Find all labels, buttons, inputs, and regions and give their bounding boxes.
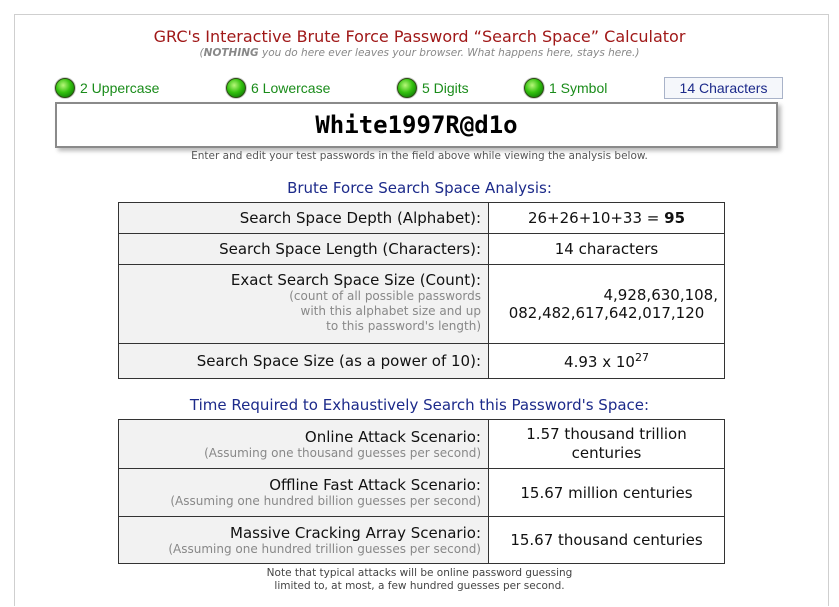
indicator-digits: 5 Digits <box>397 76 469 100</box>
depth-total: 95 <box>664 209 686 227</box>
online-value-line-1: 1.57 thousand trillion <box>526 425 687 443</box>
analysis-heading: Brute Force Search Space Analysis: <box>287 179 552 197</box>
online-value-line-2: centuries <box>571 444 642 462</box>
online-label: Online Attack Scenario: <box>304 427 481 446</box>
offline-label-cell: Offline Fast Attack Scenario: (Assuming … <box>118 468 489 517</box>
table-row: Search Space Depth (Alphabet): 26+26+10+… <box>118 202 725 234</box>
page-subtitle: (NOTHING you do here ever leaves your br… <box>199 47 640 59</box>
footer-note-line-2: limited to, at most, a few hundred guess… <box>274 580 565 592</box>
offline-value: 15.67 million centuries <box>488 468 725 517</box>
online-value: 1.57 thousand trillion centuries <box>488 419 725 469</box>
exact-note-1: (count of all possible passwords <box>289 289 481 303</box>
green-led-icon <box>226 78 246 98</box>
depth-label: Search Space Depth (Alphabet): <box>118 202 489 234</box>
exact-label-cell: Exact Search Space Size (Count): (count … <box>118 264 489 344</box>
subtitle-emphasis: NOTHING <box>203 47 259 59</box>
green-led-icon <box>397 78 417 98</box>
power-exponent: 27 <box>634 351 649 364</box>
exact-note-3: to this password's length) <box>326 319 481 333</box>
indicator-symbol: 1 Symbol <box>524 76 607 100</box>
table-row: Search Space Length (Characters): 14 cha… <box>118 233 725 265</box>
indicator-label: 2 Uppercase <box>80 80 160 96</box>
table-row: Massive Cracking Array Scenario: (Assumi… <box>118 516 725 564</box>
time-table: Online Attack Scenario: (Assuming one th… <box>118 419 725 564</box>
character-count-badge: 14 Characters <box>664 77 783 99</box>
power-label: Search Space Size (as a power of 10): <box>118 343 489 379</box>
table-row: Offline Fast Attack Scenario: (Assuming … <box>118 468 725 517</box>
exact-value: 4,928,630,108, 082,482,617,642,017,120 <box>488 264 725 344</box>
massive-label: Massive Cracking Array Scenario: <box>230 523 481 542</box>
exact-label: Exact Search Space Size (Count): <box>230 271 481 289</box>
length-value: 14 characters <box>488 233 725 265</box>
page-title: GRC's Interactive Brute Force Password “… <box>153 27 686 46</box>
indicator-label: 1 Symbol <box>549 80 608 96</box>
table-row: Exact Search Space Size (Count): (count … <box>118 264 725 344</box>
green-led-icon <box>524 78 544 98</box>
offline-note: (Assuming one hundred billion guesses pe… <box>170 494 481 508</box>
massive-note: (Assuming one hundred trillion guesses p… <box>168 541 481 556</box>
indicator-label: 5 Digits <box>422 80 469 96</box>
massive-value: 15.67 thousand centuries <box>488 516 725 564</box>
power-value: 4.93 x 1027 <box>488 343 725 379</box>
exact-value-line-2: 082,482,617,642,017,120 <box>508 304 705 322</box>
length-label: Search Space Length (Characters): <box>118 233 489 265</box>
table-row: Search Space Size (as a power of 10): 4.… <box>118 343 725 379</box>
massive-label-cell: Massive Cracking Array Scenario: (Assumi… <box>118 516 489 564</box>
exact-value-line-1: 4,928,630,108, <box>603 286 718 304</box>
exact-note-2: with this alphabet size and up <box>300 304 481 318</box>
online-note: (Assuming one thousand guesses per secon… <box>204 445 481 460</box>
footer-note-line-1: Note that typical attacks will be online… <box>266 567 573 579</box>
password-input[interactable] <box>55 102 778 148</box>
indicator-lowercase: 6 Lowercase <box>226 76 330 100</box>
offline-label: Offline Fast Attack Scenario: <box>269 476 481 494</box>
green-led-icon <box>55 78 75 98</box>
indicator-label: 6 Lowercase <box>251 80 331 96</box>
indicator-uppercase: 2 Uppercase <box>55 76 159 100</box>
time-heading: Time Required to Exhaustively Search thi… <box>189 396 650 414</box>
table-row: Online Attack Scenario: (Assuming one th… <box>118 419 725 469</box>
analysis-table: Search Space Depth (Alphabet): 26+26+10+… <box>118 202 725 379</box>
footer-note: Note that typical attacks will be online… <box>0 567 839 593</box>
online-label-cell: Online Attack Scenario: (Assuming one th… <box>118 419 489 469</box>
depth-value: 26+26+10+33 = 95 <box>488 202 725 234</box>
input-hint: Enter and edit your test passwords in th… <box>191 150 648 162</box>
